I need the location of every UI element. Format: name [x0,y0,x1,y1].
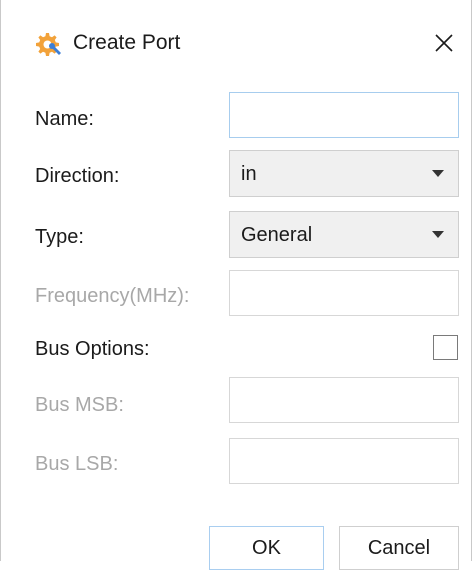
frequency-label: Frequency(MHz): [35,285,190,307]
name-label: Name: [35,108,94,130]
bus-lsb-input[interactable] [229,438,459,484]
type-select[interactable]: General [229,211,459,258]
bus-options-checkbox[interactable] [433,335,458,360]
chevron-down-icon [432,170,444,177]
ok-button[interactable]: OK [209,526,324,570]
name-input[interactable] [229,92,459,138]
bus-msb-input[interactable] [229,377,459,423]
bus-lsb-label: Bus LSB: [35,453,119,475]
title-bar: Create Port [1,0,471,86]
chevron-down-icon [432,231,444,238]
direction-select[interactable]: in [229,150,459,197]
frequency-input[interactable] [229,270,459,316]
cancel-button[interactable]: Cancel [339,526,459,570]
gear-wrench-icon [33,29,63,59]
bus-msb-label: Bus MSB: [35,394,124,416]
dialog-title: Create Port [73,31,181,54]
create-port-dialog: Create Port Name: Direction: in Type: Ge… [0,0,472,570]
type-value: General [241,224,313,246]
direction-label: Direction: [35,165,120,187]
direction-value: in [241,163,257,185]
close-button[interactable] [421,20,467,66]
bus-options-label: Bus Options: [35,338,150,360]
type-label: Type: [35,226,84,248]
close-icon [435,34,453,52]
